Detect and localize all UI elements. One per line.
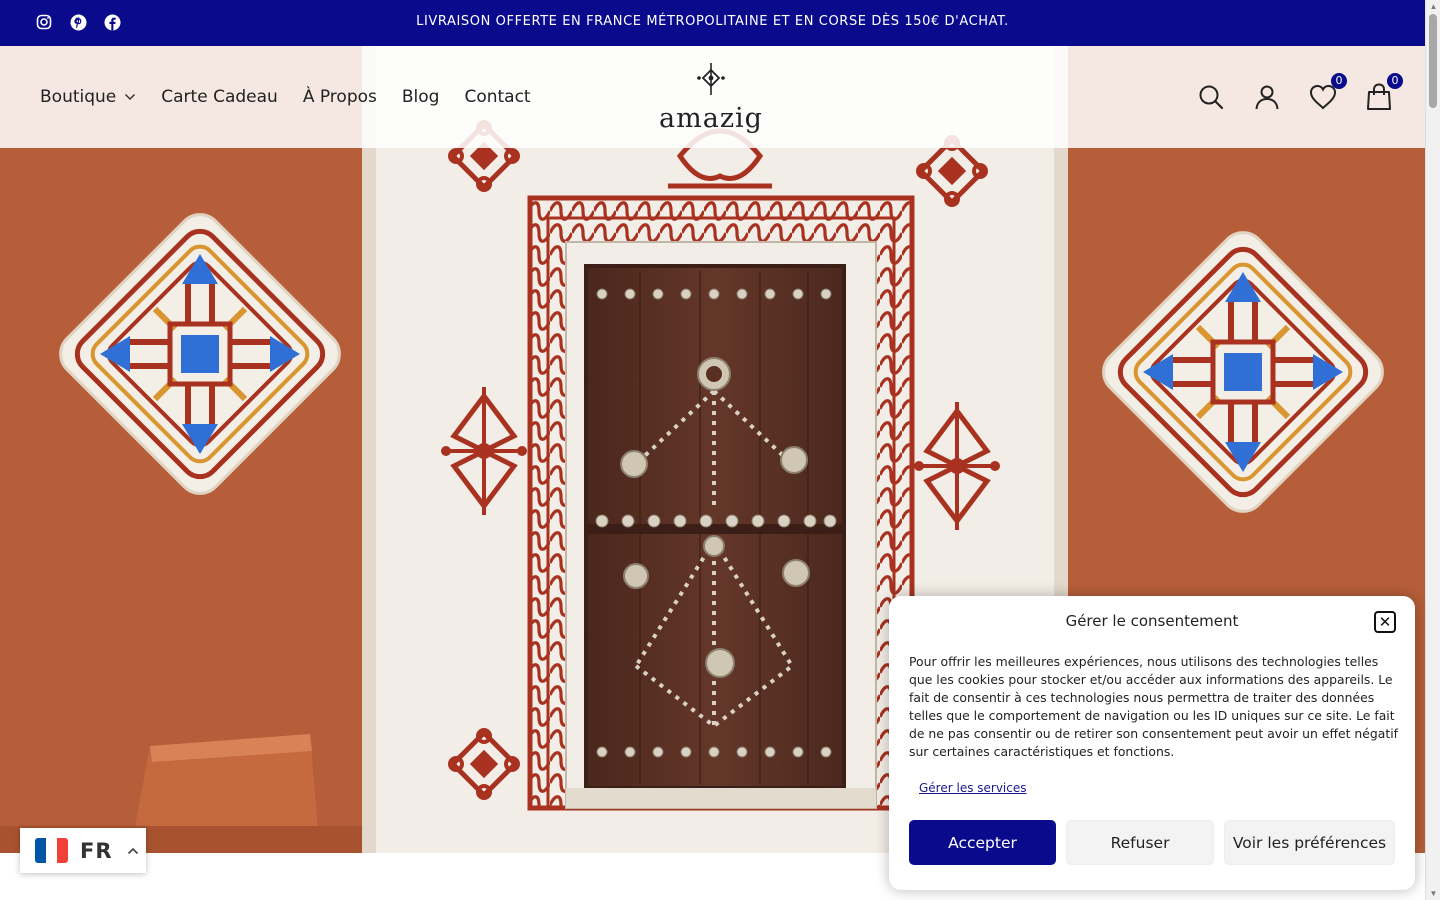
heart-icon	[1309, 84, 1337, 110]
nav-item-label: Contact	[464, 87, 531, 107]
nav-item-label: Blog	[401, 87, 440, 107]
cart-count-badge: 0	[1387, 73, 1403, 89]
scroll-thumb[interactable]	[1429, 14, 1437, 108]
shopping-bag-icon	[1367, 83, 1391, 110]
consent-dialog: Gérer le consentement ✕ Pour offrir les …	[889, 596, 1415, 890]
logo-symbol-icon	[697, 63, 725, 95]
announcement-bar: LIVRAISON OFFERTE EN FRANCE MÉTROPOLITAI…	[0, 0, 1425, 46]
consent-description: Pour offrir les meilleures expériences, …	[909, 654, 1398, 759]
scroll-up-arrow-icon[interactable]: ▲	[1429, 2, 1438, 11]
main-nav: Boutique Carte Cadeau À Propos Blog Cont…	[40, 46, 531, 148]
scroll-down-arrow-icon[interactable]: ▼	[1429, 889, 1438, 898]
accept-button[interactable]: Accepter	[909, 820, 1056, 865]
nav-item-contact[interactable]: Contact	[464, 87, 530, 107]
france-flag-icon	[35, 838, 68, 863]
wishlist-button[interactable]: 0	[1309, 73, 1347, 111]
page-scrollbar[interactable]: ▲ ▼	[1425, 0, 1440, 900]
language-code: FR	[80, 838, 113, 863]
cart-button[interactable]: 0	[1365, 73, 1403, 111]
wishlist-count-badge: 0	[1331, 73, 1347, 89]
language-switcher[interactable]: FR	[20, 828, 146, 873]
nav-item-carte-cadeau[interactable]: Carte Cadeau	[161, 87, 278, 107]
chevron-up-icon	[127, 847, 138, 854]
nav-item-boutique[interactable]: Boutique	[40, 87, 136, 107]
chevron-down-icon	[125, 93, 136, 101]
nav-item-label: À Propos	[302, 87, 377, 107]
close-icon: ✕	[1378, 612, 1392, 631]
deny-button[interactable]: Refuser	[1066, 820, 1214, 865]
preferences-button[interactable]: Voir les préférences	[1224, 820, 1395, 865]
logo-text: amazig	[659, 103, 763, 134]
site-logo[interactable]: amazig	[655, 62, 767, 134]
nav-item-blog[interactable]: Blog	[402, 87, 440, 107]
header-actions: 0 0	[1197, 46, 1403, 148]
search-icon	[1199, 85, 1224, 110]
announcement-text: LIVRAISON OFFERTE EN FRANCE MÉTROPOLITAI…	[416, 14, 1009, 29]
manage-services-link[interactable]: Gérer les services	[919, 781, 1027, 795]
close-button[interactable]: ✕	[1374, 611, 1396, 633]
nav-item-label: Boutique	[40, 87, 117, 107]
user-icon	[1255, 85, 1279, 110]
nav-item-a-propos[interactable]: À Propos	[303, 87, 377, 107]
site-header: Boutique Carte Cadeau À Propos Blog Cont…	[0, 46, 1425, 148]
consent-title: Gérer le consentement	[1065, 612, 1239, 630]
nav-item-label: Carte Cadeau	[161, 87, 278, 107]
account-button[interactable]	[1253, 83, 1281, 111]
search-button[interactable]	[1197, 83, 1225, 111]
